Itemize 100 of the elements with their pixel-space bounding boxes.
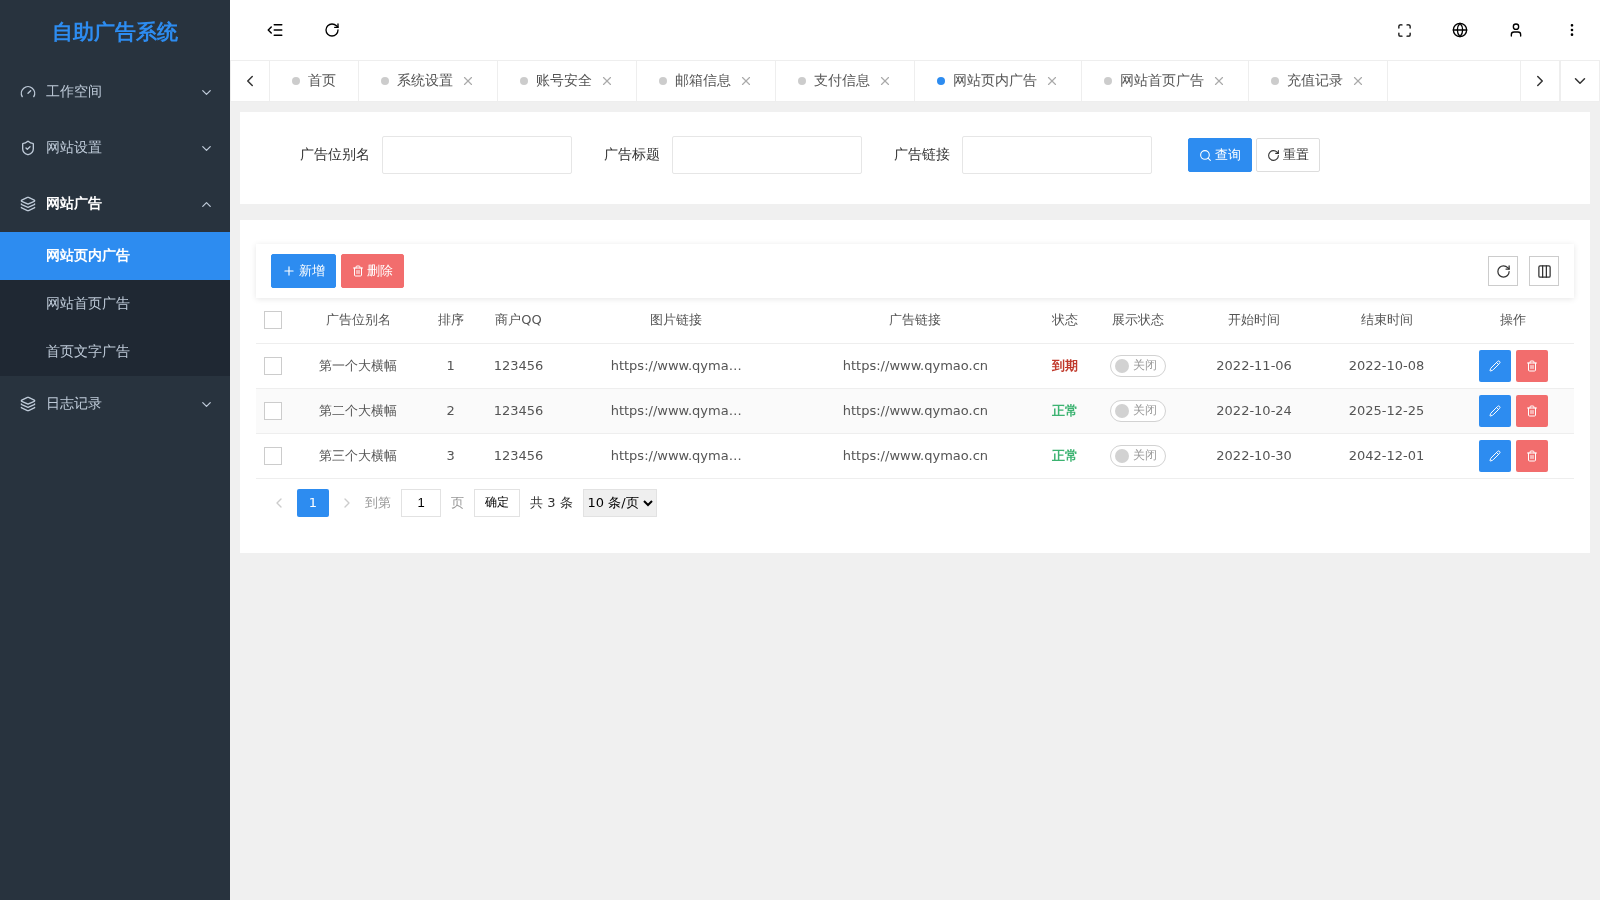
table-cell: 123456 [493,403,544,418]
filter-input[interactable] [382,136,572,174]
close-icon[interactable] [878,74,892,88]
delete-row-button[interactable] [1515,349,1548,382]
menu-icon[interactable] [266,21,284,39]
column-header: 广告位别名 [325,312,391,328]
filter-label: 广告链接 [894,146,950,164]
table-cell: https://www.qyma… [610,448,742,463]
tab-label: 支付信息 [814,72,870,90]
table-cell: https://www.qymao.cn [842,358,989,373]
close-icon[interactable] [461,74,475,88]
columns-icon [1536,263,1552,279]
tab-label: 网站首页广告 [1120,72,1204,90]
fullscreen-icon[interactable] [1397,22,1412,38]
user-icon[interactable] [1508,22,1524,38]
delete-row-button[interactable] [1515,439,1548,472]
table-cell: https://www.qymao.cn [842,403,989,418]
gauge-icon [20,84,36,100]
table-cell: 1 [446,358,455,373]
scroll-right-button[interactable] [1520,61,1560,101]
close-icon[interactable] [1212,74,1226,88]
reset-button[interactable]: 重置 [1256,138,1320,172]
tab-label: 邮箱信息 [675,72,731,90]
table-cell: 123456 [493,448,544,463]
tab-label: 首页 [308,72,336,90]
refresh-button[interactable] [1488,256,1518,286]
close-icon[interactable] [1351,74,1365,88]
delete-row-button[interactable] [1515,394,1548,427]
layers-icon [20,196,36,212]
confirm-button[interactable]: 确定 [474,488,520,517]
sidebar-subitem[interactable]: 首页文字广告 [0,328,230,376]
filter-label: 广告标题 [604,146,660,164]
sidebar-item[interactable]: 日志记录 [0,376,230,432]
reset-icon [1267,148,1280,162]
trash-icon [1525,359,1538,372]
column-header: 排序 [437,312,464,328]
columns-button[interactable] [1529,256,1559,286]
status-label: 到期 [1052,357,1078,373]
edit-button[interactable] [1478,349,1511,382]
column-header: 展示状态 [1112,312,1165,328]
app-title: 自助广告系统 [51,19,179,46]
scroll-left-button[interactable] [230,61,270,101]
sidebar-item[interactable]: 网站广告 [0,176,230,232]
close-icon[interactable] [600,74,614,88]
sidebar-item[interactable]: 网站设置 [0,120,230,176]
table-cell: 2022-10-08 [1348,358,1425,373]
tab[interactable]: 充值记录 [1249,61,1388,101]
table-cell: 2 [446,403,455,418]
close-icon[interactable] [739,74,753,88]
table-cell: 第一个大横幅 [319,357,398,373]
checkbox[interactable] [264,401,283,420]
column-header: 结束时间 [1360,312,1413,328]
plus-icon [282,264,296,278]
page-unit: 页 [451,493,464,512]
tab[interactable]: 账号安全 [498,61,637,101]
edit-button[interactable] [1478,439,1511,472]
table-cell: 2022-10-24 [1216,403,1292,418]
page-input[interactable]: 1 [401,488,441,517]
table-cell: 123456 [493,358,544,373]
table-cell: 3 [446,448,455,463]
table-cell: 2042-12-01 [1348,448,1425,463]
pencil-icon [1488,449,1501,462]
tab[interactable]: 首页 [270,61,359,101]
trash-icon [352,265,364,277]
search-icon [1199,148,1212,162]
tab[interactable]: 邮箱信息 [637,61,776,101]
total-count: 共 3 条 [530,493,573,512]
tabs-menu-button[interactable] [1560,61,1600,101]
filter-input[interactable] [672,136,862,174]
tab-label: 系统设置 [397,72,453,90]
filter-input[interactable] [962,136,1152,174]
table-cell: 第三个大横幅 [319,447,398,463]
table-cell: 2022-10-30 [1216,448,1292,463]
tab[interactable]: 系统设置 [359,61,498,101]
table-cell: https://www.qyma… [610,358,742,373]
table-cell: 2025-12-25 [1348,403,1425,418]
status-label: 正常 [1052,447,1078,463]
tab-label: 账号安全 [536,72,592,90]
trash-icon [1525,449,1538,462]
refresh-icon[interactable] [324,22,340,38]
refresh-icon [1495,263,1511,279]
tab[interactable]: 网站首页广告 [1082,61,1249,101]
tab-label: 充值记录 [1287,72,1343,90]
shield-icon [20,140,36,156]
table-cell: https://www.qymao.cn [842,448,989,463]
sidebar-subitem[interactable]: 网站首页广告 [0,280,230,328]
column-header: 商户QQ [495,312,542,328]
checkbox[interactable] [264,446,283,465]
status-label: 正常 [1052,402,1078,418]
edit-button[interactable] [1478,394,1511,427]
tab[interactable]: 支付信息 [776,61,915,101]
sidebar-item[interactable]: 工作空间 [0,64,230,120]
checkbox[interactable] [264,356,283,375]
page-size-select[interactable]: 10 条/页 [582,488,657,517]
globe-icon[interactable] [1452,22,1468,38]
column-header: 操作 [1500,312,1527,328]
table-cell: https://www.qyma… [610,403,742,418]
checkbox[interactable] [264,311,283,330]
tab[interactable]: 网站页内广告 [915,61,1082,101]
close-icon[interactable] [1045,74,1059,88]
